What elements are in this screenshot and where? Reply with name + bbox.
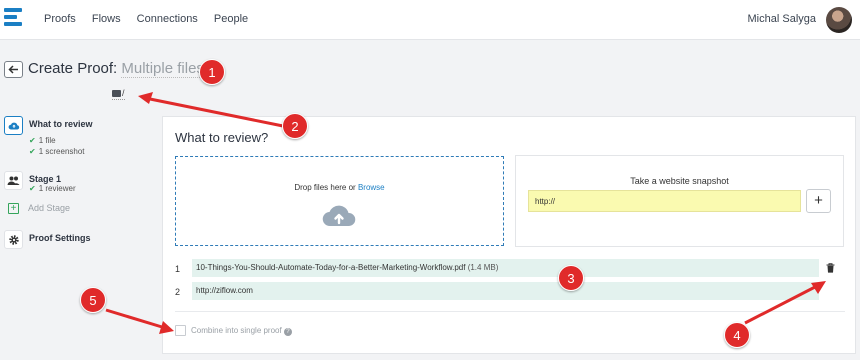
combine-label: Combine into single proof (191, 326, 282, 335)
sidebar-status-files: ✔ 1 file (29, 136, 56, 145)
callout-4: 4 (724, 322, 750, 348)
check-icon: ✔ (29, 184, 36, 193)
snapshot-title: Take a website snapshot (630, 176, 729, 186)
sidebar-status-screenshots: ✔ 1 screenshot (29, 147, 85, 156)
callout-3: 3 (558, 265, 584, 291)
nav-flows[interactable]: Flows (92, 13, 121, 25)
callout-1: 1 (199, 59, 225, 85)
sidebar-item-label: What to review (29, 119, 93, 129)
top-navbar: Proofs Flows Connections People Michal S… (0, 0, 860, 40)
sidebar-item-label: Stage 1 (29, 174, 62, 184)
browse-link[interactable]: Browse (358, 183, 385, 192)
divider (175, 311, 845, 312)
sidebar-status-reviewers: ✔ 1 reviewer (29, 184, 76, 193)
check-icon: ✔ (29, 147, 36, 156)
user-name[interactable]: Michal Salyga (748, 13, 816, 25)
check-icon: ✔ (29, 136, 36, 145)
add-url-button[interactable]: + (806, 189, 831, 213)
what-to-review-panel: What to review? Drop files here or Brows… (162, 116, 856, 354)
upload-cloud-icon (4, 116, 23, 135)
folder-path-text: / (122, 88, 125, 98)
plus-icon: + (8, 203, 19, 214)
main-nav: Proofs Flows Connections People (44, 13, 261, 25)
add-stage-button[interactable]: + Add Stage (8, 203, 70, 214)
file-row[interactable]: http://ziflow.com (192, 282, 819, 300)
page-title-prefix: Create Proof: (28, 60, 118, 77)
url-input[interactable] (528, 190, 801, 212)
user-avatar[interactable] (826, 7, 852, 33)
proof-name-field[interactable]: Multiple files (121, 60, 204, 78)
app-logo-icon[interactable] (4, 8, 24, 30)
callout-2: 2 (282, 113, 308, 139)
file-row-number: 1 (175, 264, 181, 274)
website-snapshot-box: Take a website snapshot + (515, 155, 844, 247)
panel-title: What to review? (175, 130, 269, 145)
folder-icon (112, 90, 121, 97)
dropzone-text: Drop files here or Browse (294, 183, 385, 192)
file-row-number: 2 (175, 287, 181, 297)
add-stage-label: Add Stage (28, 203, 71, 213)
nav-connections[interactable]: Connections (137, 13, 198, 25)
help-icon[interactable]: ? (283, 328, 292, 336)
combine-checkbox[interactable] (175, 325, 186, 336)
folder-path[interactable]: / (112, 88, 125, 100)
nav-people[interactable]: People (214, 13, 248, 25)
file-name: 10-Things-You-Should-Automate-Today-for-… (196, 263, 466, 272)
file-size: (1.4 MB) (467, 263, 499, 272)
callout-5: 5 (80, 287, 106, 313)
page-title: Create Proof: Multiple files (28, 60, 204, 78)
trash-icon[interactable] (826, 263, 835, 273)
sidebar-item-label: Proof Settings (29, 233, 91, 243)
people-icon (4, 171, 23, 190)
gear-icon (4, 230, 23, 249)
file-row[interactable]: 10-Things-You-Should-Automate-Today-for-… (192, 259, 819, 277)
upload-cloud-icon (322, 205, 356, 227)
file-dropzone[interactable]: Drop files here or Browse (175, 156, 504, 246)
arrow-left-icon (8, 65, 18, 74)
file-name: http://ziflow.com (196, 286, 253, 295)
back-button[interactable] (4, 61, 23, 78)
nav-proofs[interactable]: Proofs (44, 13, 76, 25)
combine-option[interactable]: Combine into single proof ? (175, 325, 292, 336)
